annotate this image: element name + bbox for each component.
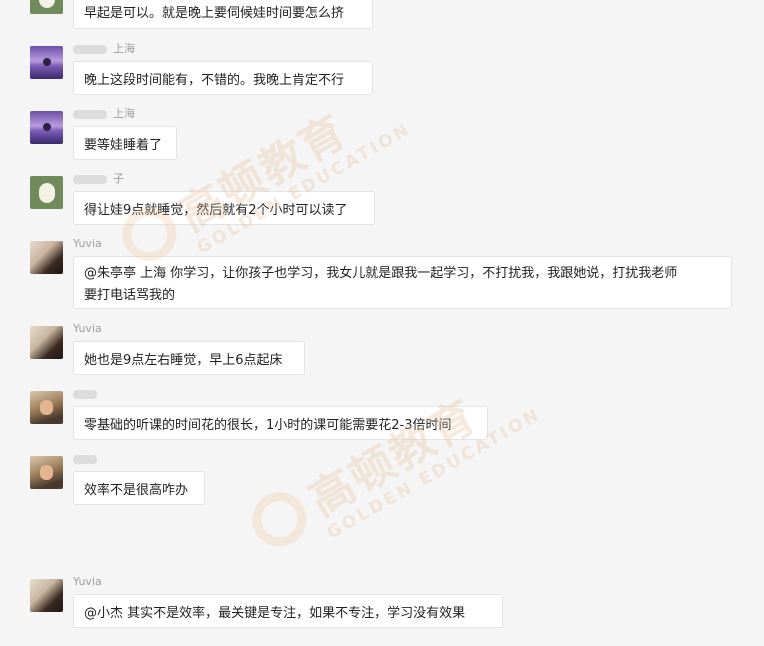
avatar[interactable]	[30, 241, 63, 274]
sender-name	[73, 452, 103, 466]
watermark-subtext: GOLDEN EDUCATION	[193, 119, 415, 259]
message-bubble: 晚上这段时间能有，不错的。我晚上肯定不行	[73, 61, 373, 95]
redacted-name	[73, 44, 107, 54]
sender-name: 子	[73, 172, 124, 186]
redacted-name	[73, 389, 97, 399]
message-bubble: 早起是可以。就是晚上要伺候娃时间要怎么挤	[73, 0, 373, 29]
watermark-logo: 高顿教育 GOLDEN EDUCATION	[240, 352, 545, 574]
message-line: @朱亭亭 上海 你学习，让你孩子也学习，我女儿就是跟我一起学习，不打扰我，我跟她…	[84, 266, 678, 281]
avatar[interactable]	[30, 46, 63, 79]
redacted-name	[73, 454, 97, 464]
avatar[interactable]	[30, 326, 63, 359]
message-bubble: 要等娃睡着了	[73, 126, 177, 160]
avatar[interactable]	[30, 579, 63, 612]
message-bubble: 效率不是很高咋办	[73, 471, 205, 505]
avatar[interactable]	[30, 456, 63, 489]
sender-name: Yuvia	[73, 237, 102, 250]
message-bubble: @朱亭亭 上海 你学习，让你孩子也学习，我女儿就是跟我一起学习，不打扰我，我跟她…	[73, 256, 732, 309]
redacted-name	[73, 174, 107, 184]
message-bubble: 零基础的听课的时间花的很长，1小时的课可能需要花2-3倍时间	[73, 406, 488, 440]
message-bubble: 得让娃9点就睡觉，然后就有2个小时可以读了	[73, 191, 375, 225]
sender-name: 上海	[73, 107, 135, 121]
sender-name	[73, 387, 103, 401]
sender-name: 上海	[73, 42, 135, 56]
avatar[interactable]	[30, 0, 63, 14]
sender-name: Yuvia	[73, 575, 102, 588]
sender-name: Yuvia	[73, 322, 102, 335]
redacted-name	[73, 109, 107, 119]
message-line: 要打电话骂我的	[84, 288, 176, 303]
watermark-icon	[242, 482, 317, 557]
message-bubble: 她也是9点左右睡觉，早上6点起床	[73, 341, 305, 375]
avatar[interactable]	[30, 176, 63, 209]
message-bubble: @小杰 其实不是效率，最关键是专注，如果不专注，学习没有效果	[73, 594, 503, 628]
avatar[interactable]	[30, 111, 63, 144]
avatar[interactable]	[30, 391, 63, 424]
